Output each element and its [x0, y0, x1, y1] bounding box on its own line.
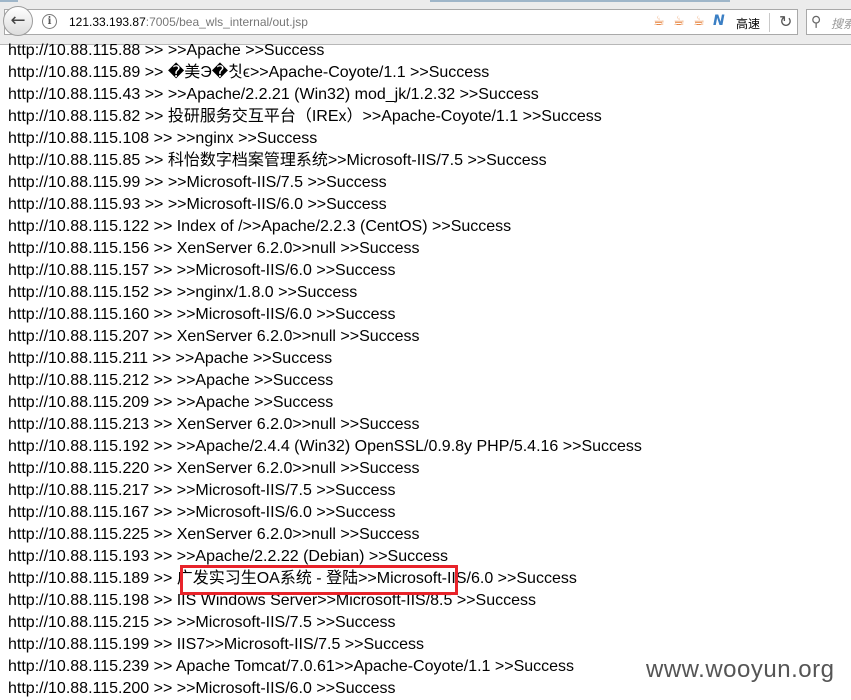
tab-edge — [0, 0, 18, 2]
browser-toolbar: ← i 121.33.193.87:7005/bea_wls_internal/… — [0, 0, 851, 45]
address-bar[interactable]: ← i 121.33.193.87:7005/bea_wls_internal/… — [3, 6, 798, 36]
url-text[interactable]: 121.33.193.87:7005/bea_wls_internal/out.… — [69, 15, 308, 29]
output-line: http://10.88.115.43 >> >>Apache/2.2.21 (… — [8, 86, 539, 103]
output-line: http://10.88.115.122 >> Index of />>Apac… — [8, 218, 512, 235]
watermark: www.wooyun.org — [646, 656, 835, 683]
output-line: http://10.88.115.152 >> >>nginx/1.8.0 >>… — [8, 284, 358, 301]
output-line: http://10.88.115.220 >> XenServer 6.2.0>… — [8, 460, 420, 477]
output-line: http://10.88.115.93 >> >>Microsoft-IIS/6… — [8, 196, 387, 213]
output-line: http://10.88.115.207 >> XenServer 6.2.0>… — [8, 328, 420, 345]
reload-icon[interactable]: ↻ — [779, 11, 792, 33]
java-icon[interactable]: ☕ — [673, 13, 687, 30]
speed-mode-button[interactable]: 高速 — [736, 15, 760, 32]
url-host: 121.33.193.87 — [69, 15, 146, 29]
output-line: http://10.88.115.212 >> >>Apache >>Succe… — [8, 372, 334, 389]
output-line: http://10.88.115.217 >> >>Microsoft-IIS/… — [8, 482, 396, 499]
back-button[interactable]: ← — [3, 6, 33, 36]
output-line: http://10.88.115.157 >> >>Microsoft-IIS/… — [8, 262, 396, 279]
output-line: http://10.88.115.211 >> >>Apache >>Succe… — [8, 350, 333, 367]
page-output: http://10.88.115.88 >> >>Apache >>Succes… — [8, 40, 851, 700]
output-line: http://10.88.115.82 >> 投研服务交互平台（IREx）>>A… — [8, 108, 602, 125]
output-line: http://10.88.115.167 >> >>Microsoft-IIS/… — [8, 504, 396, 521]
output-line: http://10.88.115.89 >> �美Э�칫ϵ>>Apache-Co… — [8, 64, 490, 81]
output-line: http://10.88.115.213 >> XenServer 6.2.0>… — [8, 416, 420, 433]
java-icon[interactable]: ☕ — [693, 13, 707, 30]
search-placeholder: 搜索 — [831, 17, 851, 31]
output-line: http://10.88.115.225 >> XenServer 6.2.0>… — [8, 526, 420, 543]
site-info-icon[interactable]: i — [42, 14, 57, 29]
output-line: http://10.88.115.160 >> >>Microsoft-IIS/… — [8, 306, 396, 323]
plugin-n-icon[interactable]: N — [713, 13, 725, 30]
output-line: http://10.88.115.192 >> >>Apache/2.4.4 (… — [8, 438, 642, 455]
output-line: http://10.88.115.85 >> 科怡数字档案管理系统>>Micro… — [8, 152, 547, 169]
highlight-box — [180, 565, 458, 595]
output-line: http://10.88.115.108 >> >>nginx >>Succes… — [8, 130, 318, 147]
url-path: :7005/bea_wls_internal/out.jsp — [145, 15, 308, 29]
back-arrow-icon: ← — [10, 10, 26, 31]
tab-edge — [430, 0, 730, 2]
search-icon[interactable]: ⚲ — [811, 13, 821, 31]
output-line: http://10.88.115.99 >> >>Microsoft-IIS/7… — [8, 174, 387, 191]
output-line: http://10.88.115.88 >> >>Apache >>Succes… — [8, 42, 325, 59]
divider — [769, 13, 770, 32]
search-bar[interactable]: ⚲ 搜索 — [806, 9, 851, 35]
output-line: http://10.88.115.199 >> IIS7>>Microsoft-… — [8, 636, 424, 653]
output-line: http://10.88.115.209 >> >>Apache >>Succe… — [8, 394, 334, 411]
java-icon[interactable]: ☕ — [653, 13, 667, 30]
output-line: http://10.88.115.156 >> XenServer 6.2.0>… — [8, 240, 420, 257]
output-line: http://10.88.115.215 >> >>Microsoft-IIS/… — [8, 614, 396, 631]
